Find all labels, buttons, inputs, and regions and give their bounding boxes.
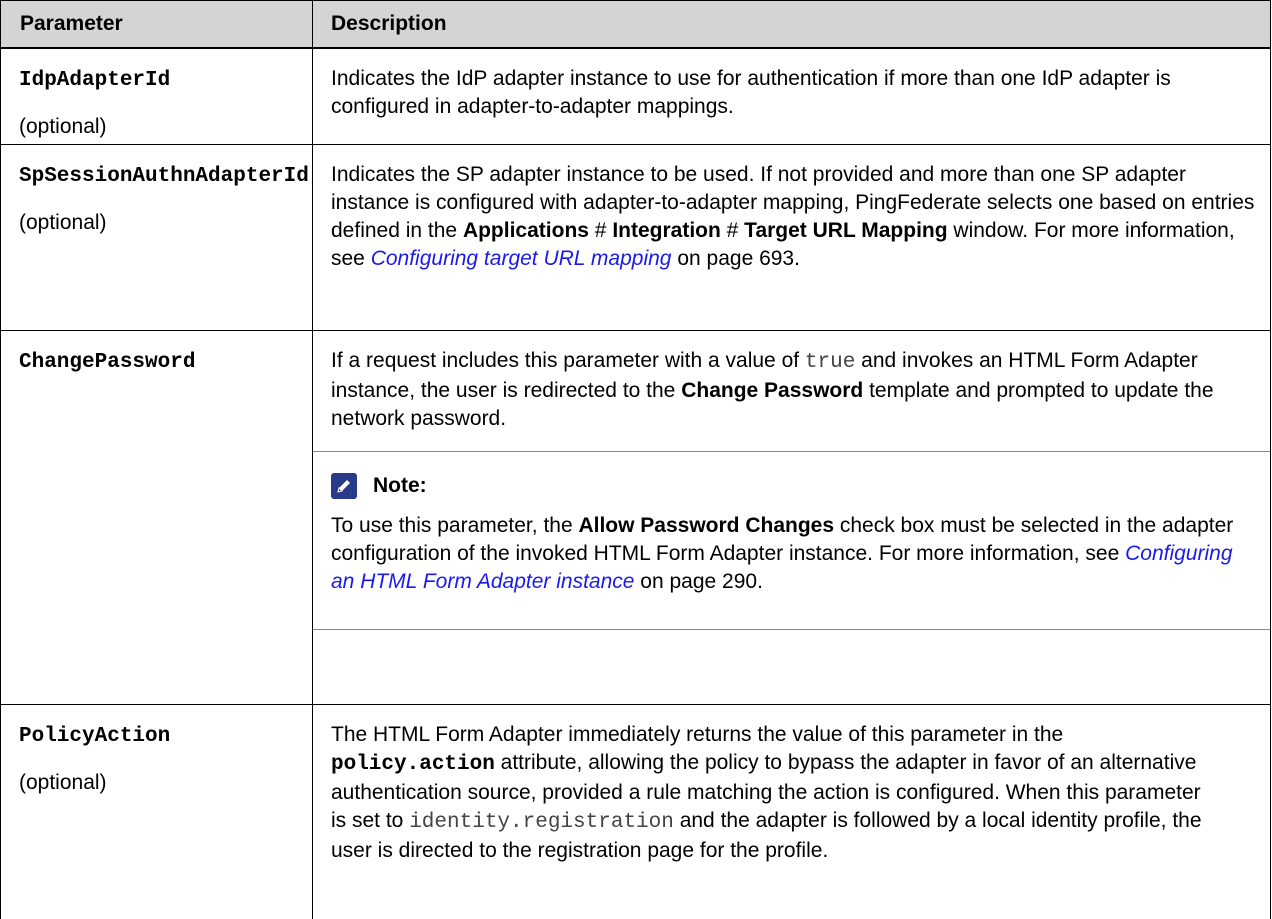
ui-path-applications: Applications <box>462 219 589 242</box>
code-identity-registration: identity.registration <box>409 811 674 834</box>
parameter-table: Parameter Description IdpAdapterId (opti… <box>0 0 1271 919</box>
param-optional: (optional) <box>19 115 107 138</box>
ui-path-integration: Integration <box>612 219 721 242</box>
desc-text: Indicates the IdP adapter instance to us… <box>331 67 1171 118</box>
table-row: SpSessionAuthnAdapterId (optional) Indic… <box>1 145 1270 331</box>
param-name: PolicyAction <box>19 725 171 748</box>
pencil-note-icon <box>331 473 357 499</box>
desc-text: If a request includes this parameter wit… <box>331 349 805 372</box>
table-row: IdpAdapterId (optional) Indicates the Id… <box>1 49 1270 145</box>
ui-path-target-url-mapping: Target URL Mapping <box>744 219 948 242</box>
note-title: Note: <box>373 474 427 497</box>
param-optional: (optional) <box>19 211 107 234</box>
bold-allow-password-changes: Allow Password Changes <box>578 514 835 537</box>
path-separator: # <box>588 219 613 242</box>
param-name: IdpAdapterId <box>19 69 171 92</box>
note-box: Note: To use this parameter, the Allow P… <box>313 451 1270 630</box>
code-true: true <box>804 351 856 374</box>
header-description: Description <box>331 12 447 35</box>
desc-text: on page 693. <box>671 247 800 270</box>
parameter-table-page: Parameter Description IdpAdapterId (opti… <box>0 0 1272 919</box>
param-cell: SpSessionAuthnAdapterId (optional) <box>1 145 313 330</box>
param-name: ChangePassword <box>19 351 196 374</box>
desc-text: The HTML Form Adapter immediately return… <box>331 723 1064 746</box>
param-cell: ChangePassword <box>1 331 313 704</box>
table-header: Parameter Description <box>1 0 1270 49</box>
header-parameter: Parameter <box>1 1 313 47</box>
note-text: To use this parameter, the Allow Passwor… <box>331 512 1258 596</box>
param-cell: PolicyAction (optional) <box>1 705 313 919</box>
desc-cell: Indicates the SP adapter instance to be … <box>313 145 1270 330</box>
note-heading: Note: <box>331 472 1258 500</box>
param-cell: IdpAdapterId (optional) <box>1 49 313 144</box>
code-policy-action: policy.action <box>331 753 495 776</box>
link-configuring-target-url-mapping[interactable]: Configuring target URL mapping <box>371 247 672 270</box>
bold-change-password: Change Password <box>681 379 864 402</box>
note-text-part: To use this parameter, the <box>331 514 579 537</box>
table-row: ChangePassword If a request includes thi… <box>1 331 1270 705</box>
param-name: SpSessionAuthnAdapterId <box>19 165 309 188</box>
desc-cell: Indicates the IdP adapter instance to us… <box>313 49 1270 144</box>
desc-cell: The HTML Form Adapter immediately return… <box>313 705 1270 919</box>
param-optional: (optional) <box>19 771 107 794</box>
table-row: PolicyAction (optional) The HTML Form Ad… <box>1 705 1270 919</box>
desc-cell: If a request includes this parameter wit… <box>313 331 1270 704</box>
path-separator: # <box>720 219 745 242</box>
note-text-part: on page 290. <box>634 570 763 593</box>
